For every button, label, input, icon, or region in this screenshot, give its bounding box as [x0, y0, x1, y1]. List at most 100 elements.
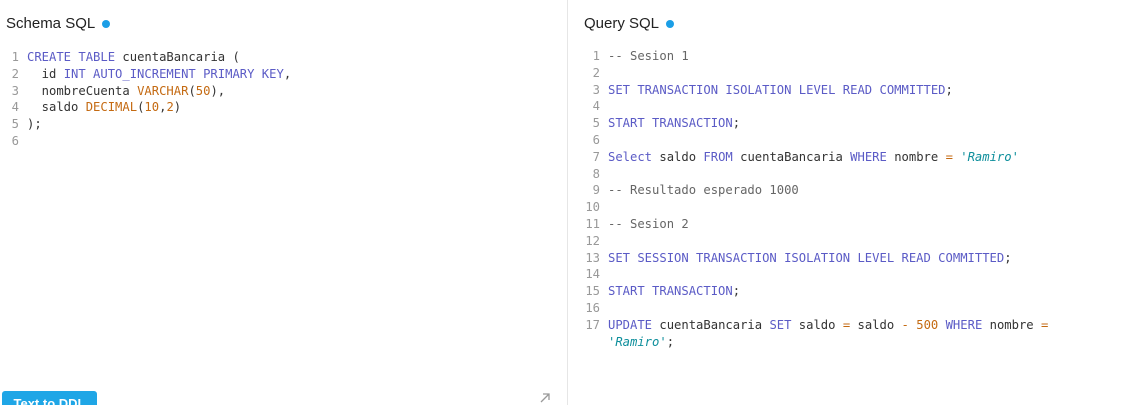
line-number: 1 [592, 49, 600, 63]
status-dot-icon [666, 19, 675, 28]
code-line[interactable]: 12 [568, 233, 1122, 250]
schema-panel-header: Schema SQL [6, 15, 111, 32]
text-to-ddl-button[interactable]: Text to DDL [2, 391, 97, 405]
code-line[interactable]: 4 [568, 98, 1122, 115]
code-line[interactable]: 1 -- Sesion 1 [568, 48, 1122, 65]
code-token: saldo [850, 317, 902, 332]
code-line[interactable]: 6 [0, 133, 567, 150]
line-number: 14 [585, 267, 600, 282]
code-token: 50 [195, 83, 211, 98]
schema-panel: Schema SQL 1 CREATE TABLE cuentaBancaria … [0, 0, 567, 405]
line-number: 5 [592, 116, 600, 131]
code-token: SET SESSION TRANSACTION ISOLATION LEVEL … [608, 250, 1005, 265]
code-token: Select [608, 149, 653, 164]
code-token: cuentaBancaria [732, 149, 851, 164]
code-line[interactable]: 2 [568, 65, 1122, 82]
code-token: ; [732, 116, 741, 131]
query-panel-header: Query SQL [584, 15, 675, 32]
line-number: 4 [11, 100, 19, 115]
code-token: saldo [27, 100, 86, 115]
expand-arrow-icon[interactable] [538, 391, 552, 405]
code-token: ); [27, 117, 42, 132]
line-number: 10 [585, 200, 600, 215]
code-token: -- Resultado esperado 1000 [608, 183, 799, 198]
query-panel-title: Query SQL [584, 15, 660, 32]
line-number: 15 [585, 284, 600, 299]
line-number: 9 [592, 183, 600, 198]
line-number: 6 [592, 132, 600, 147]
code-line[interactable]: 5 START TRANSACTION; [568, 115, 1122, 132]
code-token: START TRANSACTION [608, 116, 733, 131]
code-token: cuentaBancaria [652, 317, 770, 332]
code-token: , [283, 66, 292, 81]
code-token: ; [732, 284, 741, 299]
code-token: id [27, 66, 64, 81]
code-line[interactable]: 14 [568, 266, 1122, 283]
line-number: 6 [11, 133, 19, 148]
code-token: 'Ramiro' [960, 149, 1019, 164]
code-token: 2 [166, 100, 174, 115]
code-line[interactable]: 9 -- Resultado esperado 1000 [568, 182, 1122, 199]
code-token: cuentaBancaria ( [115, 50, 240, 64]
line-number: 8 [592, 166, 600, 181]
line-number: 12 [585, 233, 600, 248]
code-line[interactable]: 15 START TRANSACTION; [568, 283, 1122, 300]
code-token: WHERE [850, 149, 887, 164]
line-number: 7 [592, 149, 600, 164]
query-panel: Query SQL 1 -- Sesion 1 2 3 SET TRANSACTION … [568, 0, 1122, 405]
code-token: nombre [982, 317, 1041, 332]
code-line[interactable]: 3 nombreCuenta VARCHAR(50), [0, 83, 567, 100]
code-line[interactable]: 1 CREATE TABLE cuentaBancaria ( [0, 49, 567, 66]
code-line[interactable]: 4 saldo DECIMAL(10,2) [0, 99, 567, 116]
code-line[interactable]: 3 SET TRANSACTION ISOLATION LEVEL READ CO… [568, 82, 1122, 99]
code-line[interactable]: 11 -- Sesion 2 [568, 216, 1122, 233]
code-token: 'Ramiro' [608, 334, 667, 349]
code-token: UPDATE [608, 317, 653, 332]
code-token: 500 [916, 317, 939, 332]
code-token: -- Sesion 2 [608, 216, 689, 231]
code-token: WHERE [945, 317, 983, 332]
line-number: 1 [11, 50, 19, 64]
code-token: ; [945, 82, 953, 97]
line-number: 3 [592, 82, 600, 97]
code-token: INT AUTO_INCREMENT PRIMARY KEY [63, 66, 284, 81]
code-line[interactable]: 2 id INT AUTO_INCREMENT PRIMARY KEY, [0, 66, 567, 83]
code-token: = [945, 149, 953, 164]
code-token: = [1040, 317, 1049, 332]
code-token: SET [769, 317, 792, 332]
code-line[interactable]: 'Ramiro'; [568, 334, 1122, 351]
line-number: 4 [592, 99, 600, 114]
code-line[interactable]: 7 Select saldo FROM cuentaBancaria WHERE … [568, 149, 1122, 166]
code-token: saldo [791, 317, 843, 332]
code-token: ), [210, 83, 226, 98]
line-number: 3 [11, 83, 19, 98]
line-number: 2 [11, 66, 19, 81]
code-line[interactable]: 13 SET SESSION TRANSACTION ISOLATION LEVE… [568, 250, 1122, 267]
code-token: ; [666, 334, 675, 349]
code-token: 10 [144, 100, 160, 115]
schema-code-editor[interactable]: 1 CREATE TABLE cuentaBancaria (2 id INT A… [0, 49, 567, 150]
query-code-editor[interactable]: 1 -- Sesion 1 2 3 SET TRANSACTION ISOLATION … [568, 48, 1122, 350]
line-number: 11 [585, 216, 600, 231]
code-token: ; [1004, 250, 1012, 265]
line-number: 17 [585, 317, 600, 332]
code-token: ) [173, 100, 182, 115]
code-line[interactable]: 10 [568, 199, 1122, 216]
code-line[interactable]: 5); [0, 116, 567, 133]
code-line[interactable]: 16 [568, 300, 1122, 317]
code-token: DECIMAL [85, 100, 138, 115]
schema-panel-title: Schema SQL [6, 15, 96, 32]
line-number: 2 [592, 65, 600, 80]
code-token: FROM [703, 149, 733, 164]
code-line[interactable]: 8 [568, 166, 1122, 183]
code-line[interactable]: 17 UPDATE cuentaBancaria SET saldo = sald… [568, 317, 1122, 334]
code-token: VARCHAR [137, 83, 189, 98]
code-token: -- Sesion 1 [608, 49, 689, 63]
code-token: nombre [886, 149, 946, 164]
code-line[interactable]: 6 [568, 132, 1122, 149]
line-number: 5 [11, 117, 19, 132]
code-token: START TRANSACTION [608, 284, 733, 299]
line-number: 13 [585, 250, 600, 265]
code-token: - [901, 317, 909, 332]
